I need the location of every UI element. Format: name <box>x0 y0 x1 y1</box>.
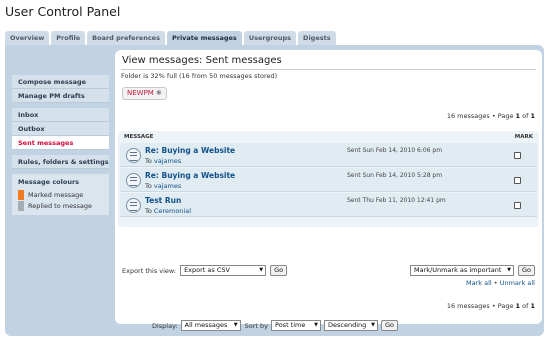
message-icon <box>126 148 141 163</box>
mark-controls: Mark/Unmark as important ▼ Go <box>409 265 535 276</box>
folder-status: Folder is 32% full (16 from 50 messages … <box>121 72 278 80</box>
mark-action-select[interactable]: Mark/Unmark as important ▼ <box>409 265 514 276</box>
export-select[interactable]: Export as CSV ▼ <box>180 265 267 276</box>
sidebar-item-outbox[interactable]: Outbox <box>12 122 109 136</box>
list-header: MESSAGE MARK <box>118 131 539 143</box>
sidebar-item-compose-message[interactable]: Compose message <box>12 75 109 89</box>
mark-checkbox[interactable] <box>514 202 521 209</box>
message-sent-time: Sent Sun Feb 14, 2010 5:28 pm <box>347 172 443 179</box>
chevron-down-icon: ▼ <box>259 267 264 273</box>
sidebar: Compose message Manage PM drafts Inbox O… <box>12 75 109 215</box>
tab-board-preferences[interactable]: Board preferences <box>87 31 165 45</box>
export-controls: Export this view: Export as CSV ▼ Go <box>122 265 288 276</box>
display-select[interactable]: All messages ▼ <box>180 320 241 331</box>
sidebar-item-manage-pm-drafts[interactable]: Manage PM drafts <box>12 89 109 103</box>
message-recipient: To vajames <box>145 157 182 165</box>
tab-profile[interactable]: Profile <box>51 31 86 45</box>
list-item: Test Run To Ceremonial Sent Thu Feb 11, … <box>120 193 537 217</box>
sort-go-button[interactable]: Go <box>381 320 399 331</box>
pagination-top: 16 messages • Page 1 of 1 <box>447 112 535 120</box>
sidebar-item-sent-messages[interactable]: Sent messages <box>12 136 109 150</box>
display-controls: Display: All messages ▼ Sort by Post time… <box>0 320 550 331</box>
column-message: MESSAGE <box>124 134 154 140</box>
message-subject-link[interactable]: Re: Buying a Website <box>145 146 235 155</box>
new-pm-button[interactable]: NEWPM ✱ <box>122 87 167 100</box>
message-sent-time: Sent Sun Feb 14, 2010 6:06 pm <box>347 147 443 154</box>
recipient-link[interactable]: vajames <box>154 157 181 165</box>
sidebar-item-rules-folders-settings[interactable]: Rules, folders & settings <box>12 155 109 169</box>
marked-swatch <box>18 189 24 200</box>
list-item: Re: Buying a Website To vajames Sent Sun… <box>120 168 537 192</box>
legend-replied-label: Replied to message <box>28 201 92 210</box>
message-icon <box>126 173 141 188</box>
message-sent-time: Sent Thu Feb 11, 2010 12:41 pm <box>347 197 446 204</box>
legend-marked-label: Marked message <box>28 190 84 199</box>
page-info-prefix: 16 messages • Page <box>446 302 516 310</box>
recipient-link[interactable]: vajames <box>154 182 181 190</box>
mark-all-link[interactable]: Mark all <box>466 279 492 287</box>
display-label: Display: <box>151 321 178 330</box>
sidebar-group-folders: Inbox Outbox Sent messages <box>12 108 109 150</box>
sidebar-item-inbox[interactable]: Inbox <box>12 108 109 122</box>
replied-swatch <box>18 200 24 211</box>
message-icon <box>126 198 141 213</box>
message-subject-link[interactable]: Re: Buying a Website <box>145 171 235 180</box>
legend-replied: Replied to message <box>18 200 105 211</box>
sidebar-group-compose: Compose message Manage PM drafts <box>12 75 109 103</box>
message-recipient: To Ceremonial <box>145 207 192 215</box>
divider <box>121 69 536 70</box>
chevron-down-icon: ▼ <box>371 322 376 328</box>
column-mark: MARK <box>514 134 533 140</box>
chevron-down-icon: ▼ <box>314 322 319 328</box>
sort-select[interactable]: Post time ▼ <box>271 320 322 331</box>
mark-links: Mark all • Unmark all <box>466 279 535 287</box>
mark-go-button[interactable]: Go <box>517 265 535 276</box>
order-select[interactable]: Descending ▼ <box>324 320 379 331</box>
page-of: of <box>520 302 531 310</box>
unmark-all-link[interactable]: Unmark all <box>500 279 535 287</box>
star-icon: ✱ <box>155 89 162 97</box>
tab-overview[interactable]: Overview <box>5 31 50 45</box>
page-of: of <box>520 112 531 120</box>
tab-digests[interactable]: Digests <box>298 31 336 45</box>
section-heading: View messages: Sent messages <box>122 55 282 66</box>
legend-marked: Marked message <box>18 189 105 200</box>
recipient-link[interactable]: Ceremonial <box>154 207 191 215</box>
page-total: 1 <box>530 302 535 310</box>
sidebar-group-settings: Rules, folders & settings <box>12 155 109 169</box>
control-panel: Compose message Manage PM drafts Inbox O… <box>5 45 544 336</box>
export-label: Export this view: <box>122 266 177 275</box>
message-colours-heading: Message colours <box>18 178 80 186</box>
message-colours-legend: Message colours Marked message Replied t… <box>12 174 109 215</box>
list-item: Re: Buying a Website To vajames Sent Sun… <box>120 143 537 167</box>
tab-private-messages[interactable]: Private messages <box>166 31 242 45</box>
message-recipient: To vajames <box>145 182 182 190</box>
pagination-bottom: 16 messages • Page 1 of 1 <box>447 302 535 310</box>
chevron-down-icon: ▼ <box>233 322 238 328</box>
tab-bar: Overview Profile Board preferences Priva… <box>5 31 338 45</box>
main-content: View messages: Sent messages Folder is 3… <box>115 50 542 324</box>
export-go-button[interactable]: Go <box>270 265 288 276</box>
chevron-down-icon: ▼ <box>507 267 511 273</box>
page-info-prefix: 16 messages • Page <box>446 112 516 120</box>
page-title: User Control Panel <box>5 4 121 19</box>
mark-checkbox[interactable] <box>514 152 521 159</box>
page-total: 1 <box>530 112 535 120</box>
tab-usergroups[interactable]: Usergroups <box>243 31 297 45</box>
message-list: MESSAGE MARK Re: Buying a Website To vaj… <box>118 131 539 227</box>
message-subject-link[interactable]: Test Run <box>145 196 181 205</box>
sort-label: Sort by <box>244 321 269 330</box>
new-pm-label: NEWPM <box>127 89 154 97</box>
mark-checkbox[interactable] <box>514 177 521 184</box>
